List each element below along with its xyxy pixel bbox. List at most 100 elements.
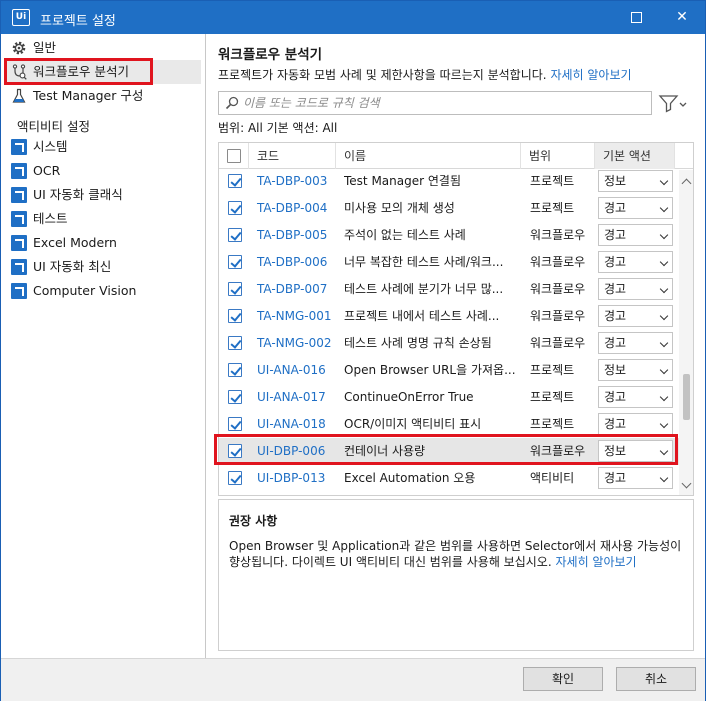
rule-code: UI-ANA-017	[257, 390, 326, 404]
header-checkbox-cell	[219, 143, 249, 169]
gear-icon	[12, 41, 26, 55]
rule-enabled-checkbox[interactable]	[228, 282, 242, 296]
table-row[interactable]: TA-DBP-004 미사용 모의 개체 생성 프로젝트 경고	[219, 195, 679, 222]
activity-package-icon	[11, 139, 27, 155]
sidebar-item-computer-vision[interactable]: Computer Vision	[5, 279, 201, 303]
dialog-footer: 확인 취소	[1, 658, 705, 701]
column-header-code[interactable]: 코드	[249, 143, 336, 169]
default-action-dropdown[interactable]: 경고	[598, 224, 673, 246]
rule-scope: 워크플로우	[530, 309, 586, 323]
rule-enabled-checkbox[interactable]	[228, 228, 242, 242]
scroll-down-icon[interactable]	[681, 478, 692, 489]
default-action-dropdown[interactable]: 경고	[598, 467, 673, 489]
rule-code: UI-DBP-013	[257, 471, 326, 485]
table-row[interactable]: TA-NMG-002 테스트 사례 명명 규칙 손상됨 워크플로우 경고	[219, 330, 679, 357]
table-row[interactable]: UI-ANA-016 Open Browser URL을 가져옵... 프로젝트 정보	[219, 357, 679, 384]
sidebar-item-ui-automation-modern[interactable]: UI 자동화 최신	[5, 255, 201, 279]
sidebar-item-label: 일반	[33, 40, 57, 55]
table-scrollbar[interactable]	[679, 170, 693, 495]
default-action-value: 정보	[604, 174, 627, 188]
maximize-button[interactable]	[613, 1, 659, 34]
table-row[interactable]: TA-DBP-005 주석이 없는 테스트 사례 워크플로우 경고	[219, 222, 679, 249]
rule-scope: 프로젝트	[530, 390, 575, 404]
default-action-dropdown[interactable]: 정보	[598, 170, 673, 192]
rule-enabled-checkbox[interactable]	[228, 174, 242, 188]
rule-scope: 프로젝트	[530, 363, 575, 377]
default-action-dropdown[interactable]: 정보	[598, 359, 673, 381]
recommendation-panel: 권장 사항 Open Browser 및 Application과 같은 범위를…	[218, 499, 694, 651]
column-header-name[interactable]: 이름	[336, 143, 521, 169]
table-row[interactable]: TA-DBP-007 테스트 사례에 분기가 너무 많... 워크플로우 경고	[219, 276, 679, 303]
default-action-value: 경고	[604, 282, 627, 296]
rule-name: 미사용 모의 개체 생성	[344, 201, 455, 215]
table-row[interactable]: TA-DBP-006 너무 복잡한 테스트 사례/워크... 워크플로우 경고	[219, 249, 679, 276]
rule-enabled-checkbox[interactable]	[228, 336, 242, 350]
default-action-dropdown[interactable]: 경고	[598, 332, 673, 354]
default-action-dropdown[interactable]: 경고	[598, 305, 673, 327]
table-row[interactable]: TA-NMG-001 프로젝트 내에서 테스트 사례... 워크플로우 경고	[219, 303, 679, 330]
column-header-scope[interactable]: 범위	[521, 143, 595, 169]
sidebar-item-ocr[interactable]: OCR	[5, 159, 201, 183]
search-icon	[225, 96, 239, 110]
rule-code: TA-DBP-003	[257, 174, 328, 188]
chevron-down-icon	[659, 365, 669, 375]
sidebar-item-label: Test Manager 구성	[33, 88, 144, 103]
sidebar-item-excel-modern[interactable]: Excel Modern	[5, 231, 201, 255]
cancel-button[interactable]: 취소	[616, 667, 696, 691]
highlight-annotation	[4, 58, 153, 85]
activity-package-icon	[11, 211, 27, 227]
settings-sidebar: 일반 워크플로우 분석기 Test Manager 구성 액티비티 설정 시스템	[1, 34, 206, 658]
sidebar-item-test-manager[interactable]: Test Manager 구성	[5, 84, 201, 108]
search-input[interactable]	[243, 94, 643, 112]
rule-enabled-checkbox[interactable]	[228, 471, 242, 485]
highlight-annotation	[214, 434, 678, 465]
rule-code: UI-ANA-016	[257, 363, 326, 377]
chevron-down-icon	[659, 419, 669, 429]
chevron-down-icon	[659, 257, 669, 267]
rule-enabled-checkbox[interactable]	[228, 255, 242, 269]
page-title: 워크플로우 분석기	[218, 47, 323, 63]
rule-enabled-checkbox[interactable]	[228, 363, 242, 377]
default-action-dropdown[interactable]: 경고	[598, 278, 673, 300]
close-button[interactable]: ✕	[659, 1, 705, 34]
sidebar-item-system[interactable]: 시스템	[5, 135, 201, 159]
rule-search-box[interactable]	[218, 91, 652, 115]
rule-scope: 프로젝트	[530, 201, 575, 215]
column-header-default-action[interactable]: 기본 액션	[595, 143, 675, 169]
table-row[interactable]: UI-DBP-013 Excel Automation 오용 액티비티 경고	[219, 465, 679, 492]
workflow-analyzer-panel: 워크플로우 분석기 프로젝트가 자동화 모범 사례 및 제한사항을 따르는지 분…	[207, 34, 705, 658]
rule-enabled-checkbox[interactable]	[228, 417, 242, 431]
sidebar-item-general[interactable]: 일반	[5, 36, 201, 60]
rule-name: Open Browser URL을 가져옵...	[344, 363, 516, 377]
filter-button[interactable]	[657, 92, 689, 114]
activity-package-icon	[11, 235, 27, 251]
table-row[interactable]: UI-ANA-017 ContinueOnError True 프로젝트 경고	[219, 384, 679, 411]
default-action-dropdown[interactable]: 경고	[598, 197, 673, 219]
default-action-value: 정보	[604, 363, 627, 377]
filter-summary: 범위: All 기본 액션: All	[218, 121, 338, 135]
sidebar-item-ui-automation-classic[interactable]: UI 자동화 클래식	[5, 183, 201, 207]
chevron-down-icon	[659, 392, 669, 402]
rule-name: Test Manager 연결됨	[344, 174, 461, 188]
rule-name: Excel Automation 오용	[344, 471, 476, 485]
rule-enabled-checkbox[interactable]	[228, 201, 242, 215]
table-header: 코드 이름 범위 기본 액션	[219, 143, 693, 169]
rule-enabled-checkbox[interactable]	[228, 390, 242, 404]
default-action-value: 경고	[604, 201, 627, 215]
recommendation-learn-more-link[interactable]: 자세히 알아보기	[555, 555, 636, 569]
default-action-dropdown[interactable]: 경고	[598, 251, 673, 273]
default-action-dropdown[interactable]: 경고	[598, 386, 673, 408]
ok-button[interactable]: 확인	[523, 667, 603, 691]
scroll-up-icon[interactable]	[681, 178, 692, 189]
default-action-value: 경고	[604, 255, 627, 269]
select-all-checkbox[interactable]	[227, 149, 241, 163]
sidebar-item-label: Excel Modern	[33, 235, 117, 250]
scroll-thumb[interactable]	[683, 374, 690, 420]
title-bar[interactable]: Ui 프로젝트 설정 ✕	[1, 1, 705, 34]
default-action-value: 경고	[604, 417, 627, 431]
learn-more-link[interactable]: 자세히 알아보기	[550, 68, 631, 82]
sidebar-item-testing[interactable]: 테스트	[5, 207, 201, 231]
table-row[interactable]: TA-DBP-003 Test Manager 연결됨 프로젝트 정보	[219, 170, 679, 195]
default-action-dropdown[interactable]: 경고	[598, 413, 673, 435]
rule-enabled-checkbox[interactable]	[228, 309, 242, 323]
